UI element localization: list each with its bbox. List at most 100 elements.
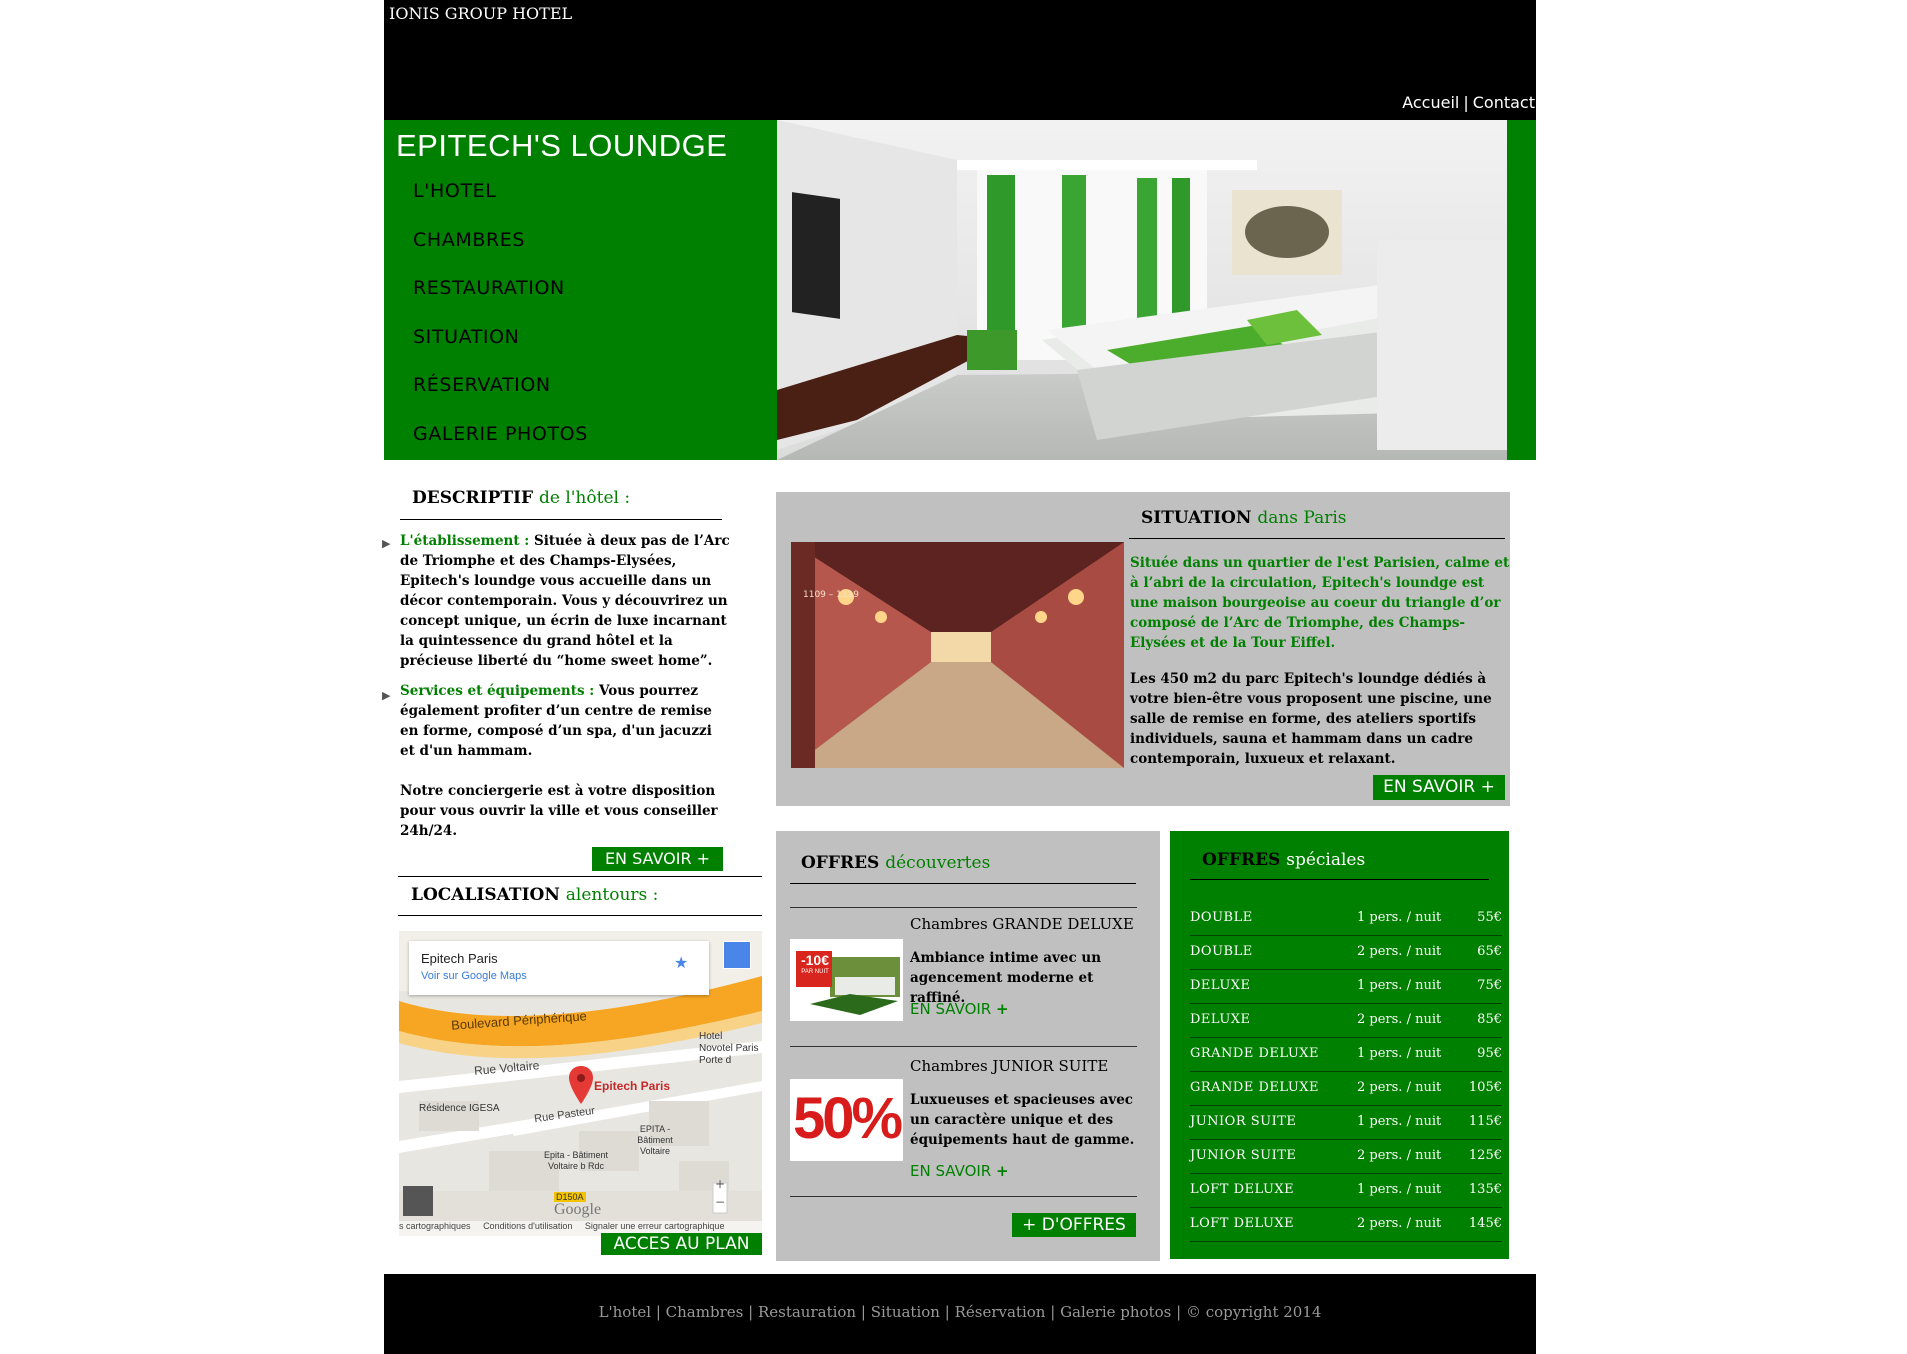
- description-heading-accent: de l'hôtel :: [538, 488, 631, 508]
- map-place-label: EPITA - Bâtiment Voltaire: [637, 1124, 673, 1156]
- offer-separator: [790, 1046, 1137, 1047]
- occupancy: 2 pers. / nuit: [1357, 1148, 1442, 1163]
- nav-item-reservation[interactable]: RÉSERVATION: [413, 374, 551, 396]
- offer-thumbnail-grande-deluxe[interactable]: -10€ PAR NUIT: [790, 939, 903, 1021]
- offer-title-junior-suite: Chambres JUNIOR SUITE: [910, 1057, 1109, 1075]
- footer-link-hotel[interactable]: L'hotel: [599, 1303, 651, 1321]
- localisation-heading-accent: alentours :: [565, 885, 659, 905]
- plus-icon: +: [996, 1000, 1009, 1018]
- room-type: DELUXE: [1190, 978, 1251, 993]
- situation-heading-accent: dans Paris: [1257, 508, 1347, 528]
- corridor-room-numbers: 1109 – 1119: [803, 590, 860, 600]
- offer-badge-percent: 50%: [792, 1086, 903, 1151]
- occupancy: 2 pers. / nuit: [1357, 1216, 1442, 1231]
- map-terms-link[interactable]: Conditions d'utilisation: [483, 1221, 572, 1231]
- price: 95€: [1477, 1046, 1502, 1061]
- occupancy: 1 pers. / nuit: [1357, 978, 1442, 993]
- offres-heading-accent: découvertes: [885, 853, 991, 873]
- situation-paragraph-1: Située dans un quartier de l'est Parisie…: [1130, 555, 1510, 651]
- occupancy: 2 pers. / nuit: [1357, 1012, 1442, 1027]
- footer-link-chambres[interactable]: Chambres: [666, 1303, 744, 1321]
- offer-more-link[interactable]: EN SAVOIR +: [910, 1000, 1009, 1018]
- room-type: JUNIOR SUITE: [1190, 1114, 1297, 1129]
- accueil-link[interactable]: Accueil: [1402, 93, 1459, 112]
- situation-divider: [1129, 538, 1505, 539]
- separator: |: [655, 1303, 661, 1321]
- footer-link-galerie-photos[interactable]: Galerie photos: [1060, 1303, 1171, 1321]
- map-info-card: Epitech Paris Voir sur Google Maps ★: [409, 941, 709, 995]
- map-report-link[interactable]: Signaler une erreur cartographique: [585, 1221, 725, 1231]
- price-row: LOFT DELUXE 1 pers. / nuit 135€: [1190, 1173, 1502, 1208]
- localisation-divider: [398, 915, 762, 916]
- nav-item-hotel[interactable]: L'HOTEL: [413, 180, 496, 202]
- offer-more-link[interactable]: EN SAVOIR +: [910, 1162, 1009, 1180]
- price-row: GRANDE DELUXE 2 pers. / nuit 105€: [1190, 1071, 1502, 1106]
- room-type: DOUBLE: [1190, 910, 1253, 925]
- offres-divider: [790, 883, 1136, 884]
- footer-link-restauration[interactable]: Restauration: [758, 1303, 856, 1321]
- price: 125€: [1468, 1148, 1502, 1163]
- more-offers-button[interactable]: + D'OFFRES: [1012, 1213, 1136, 1237]
- nav-item-restauration[interactable]: RESTAURATION: [413, 277, 565, 299]
- price-row: DELUXE 1 pers. / nuit 75€: [1190, 969, 1502, 1004]
- map-place-label: Hotel Novotel Paris Porte d: [699, 1031, 759, 1066]
- price: 135€: [1468, 1182, 1502, 1197]
- street-view-icon[interactable]: [723, 941, 751, 969]
- offer-more-label: EN SAVOIR: [910, 1000, 992, 1018]
- zoom-out-button[interactable]: −: [715, 1195, 725, 1209]
- room-type: GRANDE DELUXE: [1190, 1046, 1320, 1061]
- situation-more-button[interactable]: EN SAVOIR +: [1373, 775, 1505, 800]
- brand-name: IONIS GROUP HOTEL: [389, 4, 573, 23]
- price-row: JUNIOR SUITE 2 pers. / nuit 125€: [1190, 1139, 1502, 1174]
- price-row: DELUXE 2 pers. / nuit 85€: [1190, 1003, 1502, 1038]
- bullet-arrow-icon: ▶: [382, 689, 391, 702]
- contact-link[interactable]: Contact: [1473, 93, 1535, 112]
- room-type: DOUBLE: [1190, 944, 1253, 959]
- hero-room-photo: [777, 120, 1507, 460]
- description-more-button[interactable]: EN SAVOIR +: [592, 847, 723, 871]
- corridor-photo: 1109 – 1119: [791, 542, 1124, 768]
- bullet-arrow-icon: ▶: [382, 537, 391, 550]
- plan-access-button[interactable]: ACCES AU PLAN: [601, 1233, 762, 1255]
- description-item-etablissement: L'établissement : Située à deux pas de l…: [400, 531, 730, 671]
- offer-separator: [790, 907, 1137, 908]
- nav-item-chambres[interactable]: CHAMBRES: [413, 229, 525, 251]
- description-heading: DESCRIPTIF de l'hôtel :: [412, 488, 630, 508]
- footer-copyright: © copyright 2014: [1185, 1303, 1322, 1321]
- situation-heading: SITUATION dans Paris: [1141, 508, 1347, 528]
- occupancy: 2 pers. / nuit: [1357, 944, 1442, 959]
- nav-item-galerie-photos[interactable]: GALERIE PHOTOS: [413, 423, 588, 445]
- zoom-in-button[interactable]: +: [715, 1177, 725, 1191]
- price: 145€: [1468, 1216, 1502, 1231]
- room-type: LOFT DELUXE: [1190, 1216, 1295, 1231]
- speciales-heading-strong: OFFRES: [1202, 850, 1281, 870]
- occupancy: 1 pers. / nuit: [1357, 910, 1442, 925]
- price: 55€: [1477, 910, 1502, 925]
- separator: |: [1463, 93, 1469, 112]
- room-type: GRANDE DELUXE: [1190, 1080, 1320, 1095]
- description-item-services: Services et équipements : Vous pourrez é…: [400, 681, 730, 761]
- map-footer-data: s cartographiques: [399, 1221, 471, 1231]
- star-icon[interactable]: ★: [674, 953, 688, 972]
- map-place-label: Résidence IGESA: [419, 1103, 500, 1114]
- price-row: LOFT DELUXE 2 pers. / nuit 145€: [1190, 1207, 1502, 1242]
- offer-thumbnail-junior-suite[interactable]: 50%: [790, 1079, 903, 1161]
- offer-separator: [790, 1196, 1137, 1197]
- price: 105€: [1468, 1080, 1502, 1095]
- nav-item-situation[interactable]: SITUATION: [413, 326, 519, 348]
- footer-link-situation[interactable]: Situation: [871, 1303, 940, 1321]
- footer-link-reservation[interactable]: Réservation: [955, 1303, 1046, 1321]
- occupancy: 1 pers. / nuit: [1357, 1182, 1442, 1197]
- situation-paragraph-2: Les 450 m2 du parc Epitech's loundge déd…: [1130, 671, 1492, 767]
- map-view-link[interactable]: Voir sur Google Maps: [421, 970, 527, 982]
- offer-more-label: EN SAVOIR: [910, 1162, 992, 1180]
- localisation-heading-strong: LOCALISATION: [411, 885, 560, 905]
- site-title: EPITECH'S LOUNDGE: [396, 128, 728, 163]
- price-row: DOUBLE 1 pers. / nuit 55€: [1190, 901, 1502, 936]
- map-pin-icon[interactable]: [569, 1066, 593, 1108]
- occupancy: 1 pers. / nuit: [1357, 1046, 1442, 1061]
- google-map[interactable]: Epitech Paris Voir sur Google Maps ★ Bou…: [399, 931, 762, 1236]
- top-links: Accueil | Contact: [1402, 93, 1535, 112]
- offer-badge-per-night: PAR NUIT: [801, 969, 829, 975]
- localisation-heading: LOCALISATION alentours :: [411, 885, 658, 905]
